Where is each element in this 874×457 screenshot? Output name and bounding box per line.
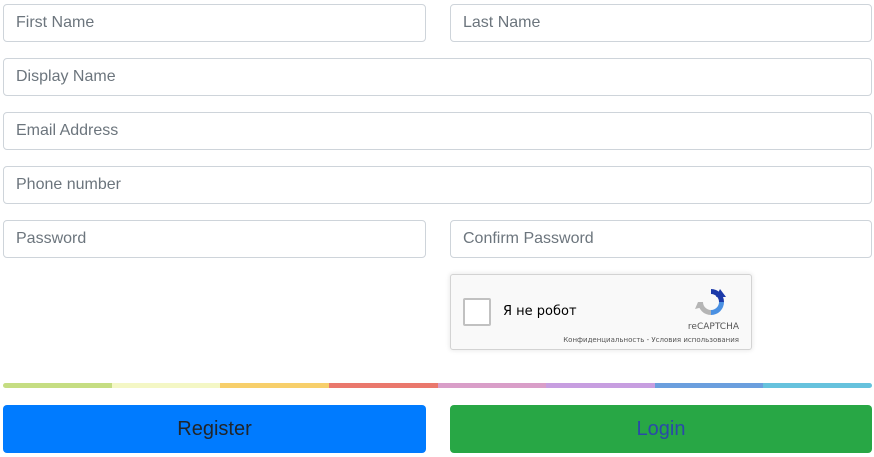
color-divider-bar [3,383,872,388]
register-button[interactable]: Register [3,405,426,453]
recaptcha-widget: Я не робот reCAPTCHA Конфиденциальность … [450,274,752,350]
color-bar-segment [763,383,872,388]
color-bar-segment [3,383,112,388]
color-bar-segment [220,383,329,388]
display-name-input[interactable] [3,58,872,96]
recaptcha-checkbox[interactable] [463,298,491,326]
terms-link[interactable]: Условия использования [651,336,739,344]
phone-input[interactable] [3,166,872,204]
recaptcha-label: Я не робот [503,304,577,319]
email-input[interactable] [3,112,872,150]
login-button[interactable]: Login [450,405,872,453]
color-bar-segment [328,383,438,388]
last-name-input[interactable] [450,4,872,42]
color-bar-segment [546,383,655,388]
recaptcha-brand: reCAPTCHA [687,322,739,332]
confirm-password-input[interactable] [450,220,872,258]
password-input[interactable] [3,220,426,258]
recaptcha-logo-icon [695,289,726,315]
first-name-input[interactable] [3,4,426,42]
color-bar-segment [111,383,221,388]
recaptcha-links: Конфиденциальность - Условия использован… [563,336,739,344]
privacy-link[interactable]: Конфиденциальность [563,336,644,344]
color-bar-segment [437,383,547,388]
color-bar-segment [654,383,764,388]
